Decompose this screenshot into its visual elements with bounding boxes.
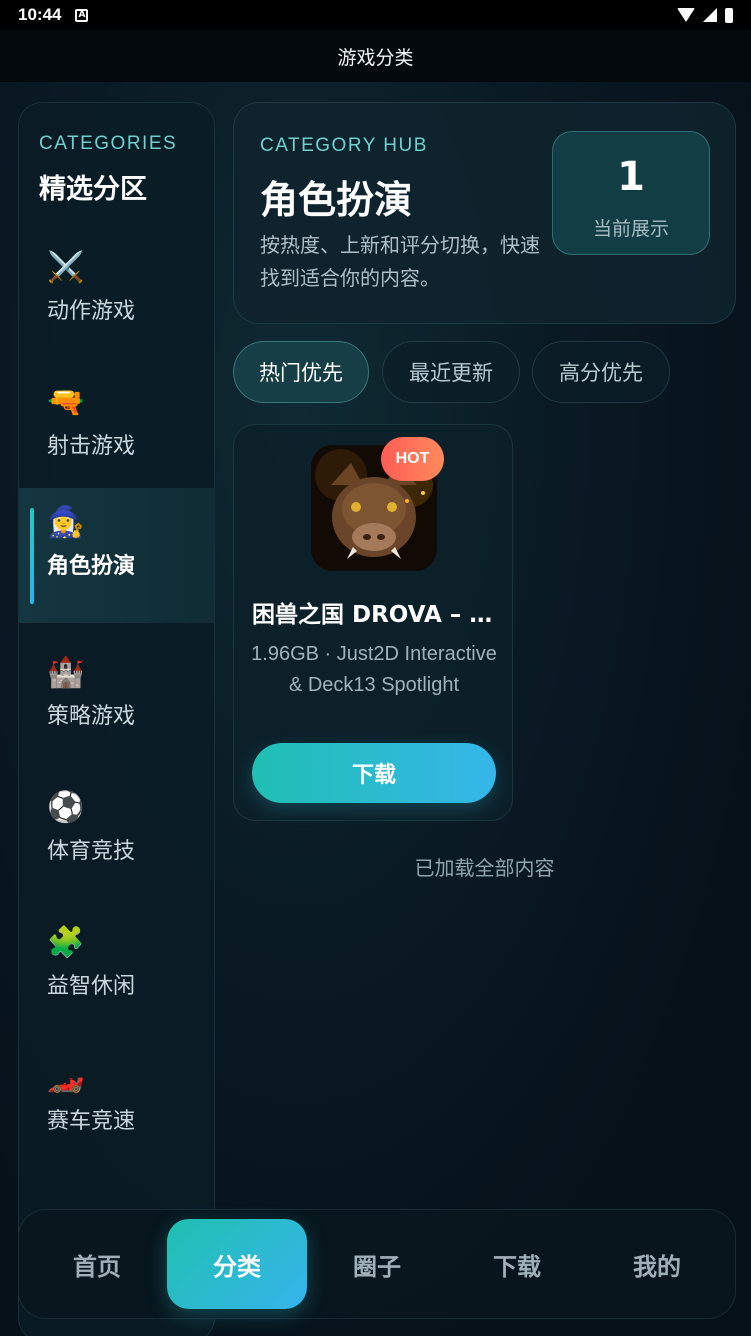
sidebar-item-sports[interactable]: ⚽ 体育竞技 — [19, 773, 214, 908]
sidebar-item-label: 射击游戏 — [47, 434, 136, 459]
nav-tab-downloads[interactable]: 下载 — [447, 1219, 587, 1309]
download-button[interactable]: 下载 — [252, 743, 496, 803]
sidebar-item-label: 赛车竞速 — [47, 1109, 136, 1134]
sidebar-item-rpg[interactable]: 🧙‍♀️ 角色扮演 — [19, 488, 214, 623]
app-bar: 游戏分类 — [0, 30, 751, 82]
bottom-navigation: 首页 分类 圈子 下载 我的 — [18, 1209, 736, 1319]
crossed-swords-icon: ⚔️ — [47, 250, 85, 285]
hot-badge: HOT — [381, 437, 444, 481]
water-pistol-icon: 🔫 — [47, 385, 85, 420]
sidebar-item-shooter[interactable]: 🔫 射击游戏 — [19, 368, 214, 503]
hub-title: 角色扮演 — [260, 178, 413, 222]
notification-a-icon: A — [75, 8, 89, 22]
puzzle-icon: 🧩 — [47, 925, 85, 960]
category-hub-card: CATEGORY HUB 角色扮演 按热度、上新和评分切换，快速找到适合你的内容… — [233, 102, 736, 324]
category-sidebar: CATEGORIES 精选分区 ⚔️ 动作游戏 🔫 射击游戏 🧙‍♀️ 角色扮演… — [18, 102, 215, 1336]
sidebar-item-label: 角色扮演 — [47, 554, 136, 579]
nav-tab-community[interactable]: 圈子 — [307, 1219, 447, 1309]
sidebar-item-puzzle[interactable]: 🧩 益智休闲 — [19, 908, 214, 1043]
sidebar-eyebrow: CATEGORIES — [39, 133, 178, 154]
sidebar-title: 精选分区 — [39, 174, 147, 205]
race-car-icon: 🏎️ — [47, 1060, 85, 1095]
list-end-message: 已加载全部内容 — [414, 856, 555, 880]
game-meta: 1.96GB · Just2D Interactive & Deck13 Spo… — [251, 643, 497, 696]
sidebar-item-label: 动作游戏 — [47, 299, 136, 324]
hub-description: 按热度、上新和评分切换，快速找到适合你的内容。 — [260, 233, 540, 290]
hub-eyebrow: CATEGORY HUB — [260, 135, 428, 156]
sort-tab-rating[interactable]: 高分优先 — [532, 341, 670, 403]
status-indicators — [677, 7, 733, 23]
nav-tab-profile[interactable]: 我的 — [587, 1219, 727, 1309]
signal-icon — [703, 8, 717, 22]
display-count-label: 当前展示 — [592, 218, 669, 240]
nav-tab-categories[interactable]: 分类 — [167, 1219, 307, 1309]
active-indicator — [30, 508, 34, 604]
game-card[interactable]: HOT 困兽之国 DROVA – … 1.96GB · Just2D Inter… — [233, 424, 513, 821]
sidebar-item-label: 策略游戏 — [47, 704, 136, 729]
sort-tab-recent[interactable]: 最近更新 — [382, 341, 520, 403]
status-bar: 10:44 A — [0, 0, 751, 30]
castle-icon: 🏰 — [47, 655, 85, 690]
sidebar-item-action[interactable]: ⚔️ 动作游戏 — [19, 233, 214, 368]
display-count-value: 1 — [617, 154, 645, 200]
status-time: 10:44 — [18, 5, 62, 24]
sidebar-item-label: 体育竞技 — [47, 839, 136, 864]
game-title[interactable]: 困兽之国 DROVA – … — [252, 595, 498, 629]
sidebar-item-racing[interactable]: 🏎️ 赛车竞速 — [19, 1043, 214, 1178]
soccer-ball-icon: ⚽ — [47, 790, 85, 825]
wifi-icon — [677, 8, 695, 22]
nav-tab-home[interactable]: 首页 — [27, 1219, 167, 1309]
display-count-box: 1 当前展示 — [552, 131, 710, 255]
page-title: 游戏分类 — [337, 46, 414, 69]
mage-icon: 🧙‍♀️ — [47, 505, 85, 540]
sidebar-item-label: 益智休闲 — [47, 974, 136, 999]
sort-tab-hot[interactable]: 热门优先 — [233, 341, 369, 403]
sidebar-item-strategy[interactable]: 🏰 策略游戏 — [19, 638, 214, 773]
battery-icon — [725, 7, 733, 23]
